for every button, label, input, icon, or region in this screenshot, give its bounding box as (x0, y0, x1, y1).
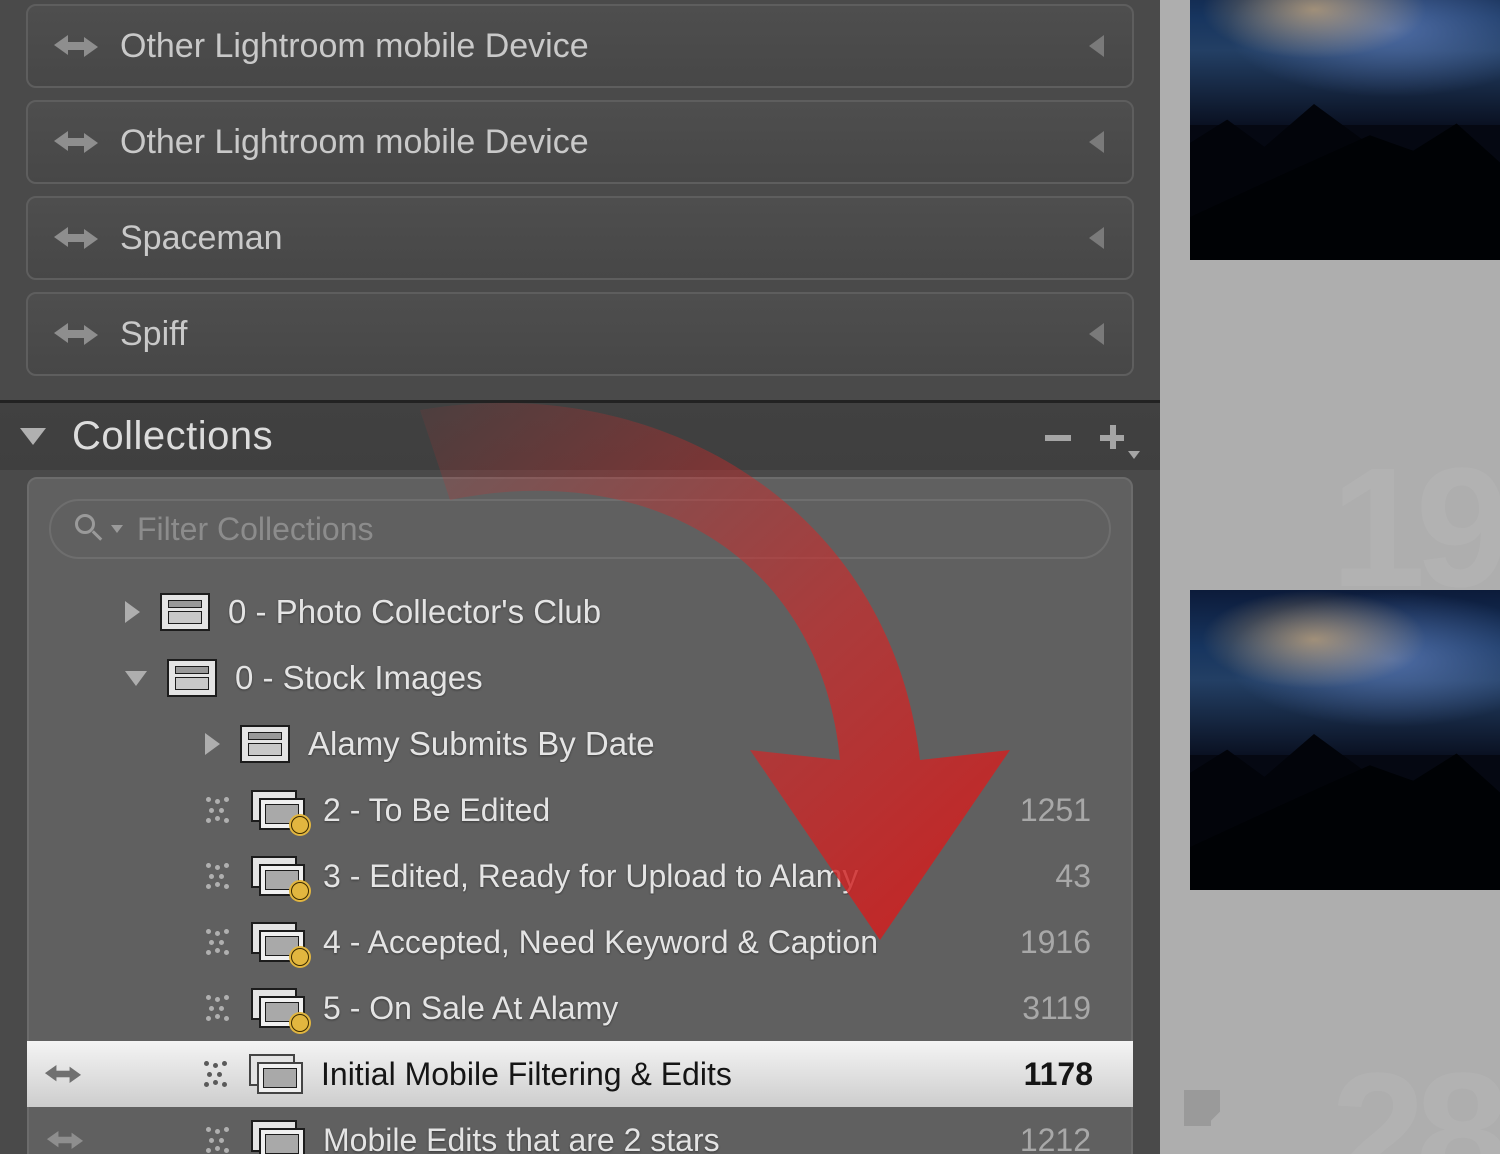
thumbnail[interactable] (1190, 0, 1500, 260)
device-label: Other Lightroom mobile Device (120, 123, 589, 162)
chevron-down-icon[interactable] (125, 671, 147, 686)
chevron-left-icon[interactable] (1089, 131, 1104, 153)
photo-count: 1251 (1020, 792, 1091, 829)
collection-set-icon (167, 659, 217, 697)
device-row[interactable]: Spiff (26, 292, 1134, 376)
photo-count: 1916 (1020, 924, 1091, 961)
drag-grip-icon[interactable] (205, 1126, 233, 1154)
tree-label: Mobile Edits that are 2 stars (323, 1122, 1020, 1154)
chevron-left-icon[interactable] (1089, 323, 1104, 345)
device-label: Other Lightroom mobile Device (120, 27, 589, 66)
collection-mobile-2stars[interactable]: Mobile Edits that are 2 stars 1212 (29, 1107, 1131, 1154)
photo-count: 43 (1055, 858, 1091, 895)
chevron-right-icon[interactable] (125, 601, 140, 623)
smart-collection-icon (251, 856, 305, 896)
collection-set-icon (160, 593, 210, 631)
sync-icon (47, 1128, 83, 1153)
device-row[interactable]: Other Lightroom mobile Device (26, 100, 1134, 184)
add-collection-button[interactable] (1094, 419, 1130, 455)
grid-thumbnails: 19 28 (1160, 0, 1500, 1154)
collection-set-stock[interactable]: 0 - Stock Images (29, 645, 1131, 711)
smart-collection-icon (251, 988, 305, 1028)
drag-grip-icon[interactable] (203, 1060, 231, 1088)
collection-set-pcc[interactable]: 0 - Photo Collector's Club (29, 579, 1131, 645)
chevron-right-icon[interactable] (205, 733, 220, 755)
panel-title: Collections (72, 414, 273, 459)
device-row[interactable]: Other Lightroom mobile Device (26, 4, 1134, 88)
flag-icon[interactable] (1184, 1090, 1220, 1126)
tree-label: Initial Mobile Filtering & Edits (321, 1056, 1024, 1093)
sync-icon (54, 127, 98, 157)
device-list: Other Lightroom mobile Device Other Ligh… (26, 4, 1134, 376)
smart-collection-icon (251, 922, 305, 962)
sync-icon (54, 31, 98, 61)
collection-set-alamy-dates[interactable]: Alamy Submits By Date (29, 711, 1131, 777)
tree-label: 0 - Photo Collector's Club (228, 593, 1091, 631)
remove-collection-button[interactable] (1040, 419, 1076, 455)
drag-grip-icon[interactable] (205, 796, 233, 824)
collections-tree: 0 - Photo Collector's Club 0 - Stock Ima… (29, 579, 1131, 1154)
collection-icon (249, 1054, 303, 1094)
search-menu-caret-icon[interactable] (111, 525, 123, 533)
smart-collection-edited-ready[interactable]: 3 - Edited, Ready for Upload to Alamy 43 (29, 843, 1131, 909)
chevron-left-icon[interactable] (1089, 227, 1104, 249)
tree-label: 5 - On Sale At Alamy (323, 990, 1022, 1027)
chevron-down-icon[interactable] (20, 428, 46, 445)
filter-collections-field[interactable] (49, 499, 1111, 559)
collections-panel-header[interactable]: Collections (0, 400, 1160, 470)
device-label: Spaceman (120, 219, 283, 258)
tree-label: 3 - Edited, Ready for Upload to Alamy (323, 858, 1055, 895)
drag-grip-icon[interactable] (205, 994, 233, 1022)
tree-label: Alamy Submits By Date (308, 725, 1091, 763)
photo-count: 1212 (1020, 1122, 1091, 1154)
smart-collection-to-be-edited[interactable]: 2 - To Be Edited 1251 (29, 777, 1131, 843)
tree-label: 4 - Accepted, Need Keyword & Caption (323, 924, 1020, 961)
photo-count: 1178 (1024, 1056, 1093, 1093)
smart-collection-on-sale[interactable]: 5 - On Sale At Alamy 3119 (29, 975, 1131, 1041)
filter-collections-input[interactable] (137, 511, 1085, 548)
smart-collection-icon (251, 790, 305, 830)
thumbnail[interactable] (1190, 590, 1500, 890)
photo-count: 3119 (1022, 990, 1091, 1027)
collection-set-icon (240, 725, 290, 763)
device-label: Spiff (120, 315, 187, 354)
search-icon (75, 514, 105, 544)
cell-index: 28 (1331, 1035, 1500, 1154)
collection-icon (251, 1120, 305, 1154)
drag-grip-icon[interactable] (205, 928, 233, 956)
tree-label: 2 - To Be Edited (323, 792, 1020, 829)
left-panel: Other Lightroom mobile Device Other Ligh… (0, 0, 1160, 1154)
drag-grip-icon[interactable] (205, 862, 233, 890)
smart-collection-accepted[interactable]: 4 - Accepted, Need Keyword & Caption 191… (29, 909, 1131, 975)
device-row[interactable]: Spaceman (26, 196, 1134, 280)
collections-panel-body: 0 - Photo Collector's Club 0 - Stock Ima… (27, 477, 1133, 1154)
tree-label: 0 - Stock Images (235, 659, 1091, 697)
collection-initial-mobile-filtering[interactable]: Initial Mobile Filtering & Edits 1178 (27, 1041, 1133, 1107)
sync-icon (54, 223, 98, 253)
sync-icon (54, 319, 98, 349)
sync-icon (45, 1062, 81, 1087)
chevron-left-icon[interactable] (1089, 35, 1104, 57)
